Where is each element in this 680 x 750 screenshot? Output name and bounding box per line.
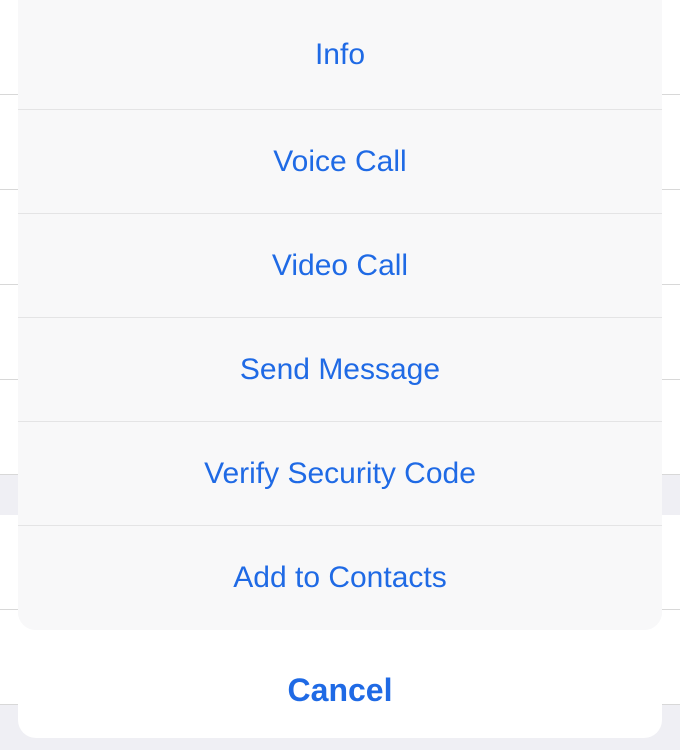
video-call-action[interactable]: Video Call: [18, 214, 662, 318]
action-sheet: Info Voice Call Video Call Send Message …: [18, 0, 662, 630]
action-label: Verify Security Code: [204, 457, 476, 491]
add-to-contacts-action[interactable]: Add to Contacts: [18, 526, 662, 630]
action-label: Voice Call: [273, 145, 406, 179]
action-label: Send Message: [240, 353, 440, 387]
info-action[interactable]: Info: [18, 0, 662, 110]
verify-security-code-action[interactable]: Verify Security Code: [18, 422, 662, 526]
action-label: Add to Contacts: [233, 561, 446, 595]
action-label: Video Call: [272, 249, 408, 283]
cancel-button[interactable]: Cancel: [18, 642, 662, 738]
cancel-label: Cancel: [288, 672, 393, 709]
action-label: Info: [315, 38, 365, 72]
voice-call-action[interactable]: Voice Call: [18, 110, 662, 214]
send-message-action[interactable]: Send Message: [18, 318, 662, 422]
